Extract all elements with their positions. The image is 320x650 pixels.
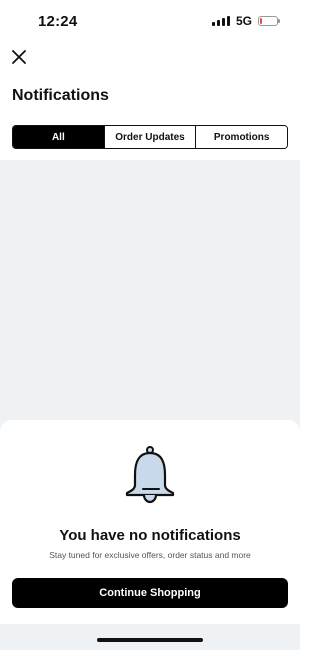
empty-state-subtitle: Stay tuned for exclusive offers, order s… (49, 550, 251, 560)
tab-all[interactable]: All (13, 126, 104, 148)
continue-shopping-button[interactable]: Continue Shopping (12, 578, 288, 608)
battery-icon (258, 16, 280, 26)
network-label: 5G (235, 14, 252, 28)
empty-state-title: You have no notifications (59, 527, 241, 544)
page-title: Notifications (12, 87, 109, 104)
tab-order-updates[interactable]: Order Updates (103, 126, 196, 148)
tab-bar: All Order Updates Promotions (12, 125, 288, 149)
signal-icon (211, 16, 230, 26)
close-button[interactable] (8, 46, 30, 68)
tab-promotions[interactable]: Promotions (195, 126, 287, 148)
bell-icon-container (123, 445, 177, 505)
empty-state-sheet: You have no notifications Stay tuned for… (0, 420, 300, 624)
battery-level (260, 18, 262, 24)
status-indicators: 5G (211, 14, 280, 28)
status-time: 12:24 (38, 13, 78, 30)
home-indicator[interactable] (97, 638, 203, 642)
status-bar: 12:24 5G (0, 0, 300, 44)
close-icon (12, 50, 26, 64)
bell-icon (125, 446, 175, 504)
